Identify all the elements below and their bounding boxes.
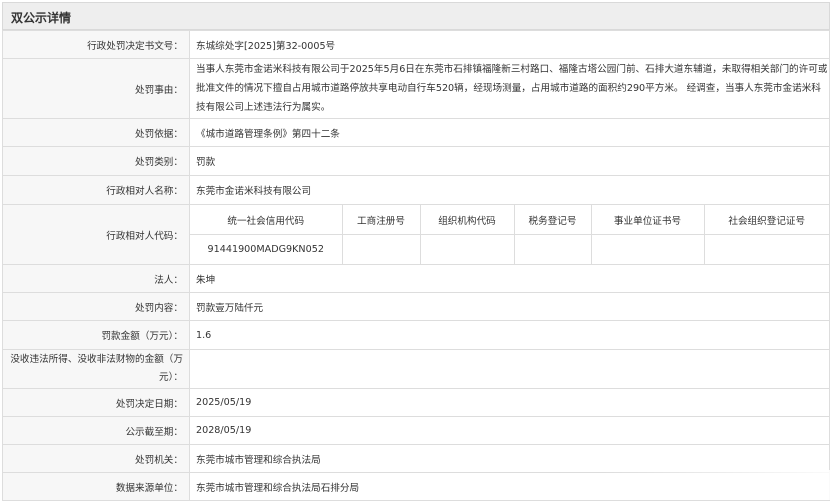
table-row: 处罚事由： 当事人东莞市金诺米科技有限公司于2025年5月6日在东莞市石排镇福隆… (2, 58, 830, 119)
code-value-social-org (703, 234, 829, 264)
code-value-tax-reg (513, 234, 591, 264)
table-row: 处罚类别： 罚款 (2, 146, 830, 176)
table-row: 没收违法所得、没收非法财物的金额（万元）： (2, 349, 830, 389)
table-row: 公示截至期： 2028/05/19 (2, 416, 830, 445)
counterpart-name-value: 东莞市金诺米科技有限公司 (189, 175, 830, 205)
code-header-tax-reg: 税务登记号 (513, 205, 591, 235)
amount-value: 1.6 (189, 320, 830, 350)
source-unit-value: 东莞市城市管理和综合执法局石排分局 (189, 472, 830, 501)
code-header-institution-cert: 事业单位证书号 (590, 205, 704, 235)
basis-label: 处罚依据： (2, 118, 190, 147)
code-value-row: 91441900MADG9KN052 (191, 234, 829, 264)
confiscation-value (189, 349, 830, 389)
table-row: 罚款金额（万元）： 1.6 (2, 320, 830, 350)
code-header-org-code: 组织机构代码 (419, 205, 514, 235)
authority-label: 处罚机关： (2, 444, 190, 473)
confiscation-label: 没收违法所得、没收非法财物的金额（万元）： (2, 349, 190, 389)
amount-label: 罚款金额（万元）： (2, 320, 190, 350)
category-value: 罚款 (189, 146, 830, 176)
table-row: 行政相对人代码： 统一社会信用代码 工商注册号 组织机构代码 税务登记号 事业单… (2, 204, 830, 265)
detail-table: 行政处罚决定书文号： 东城综处字[2025]第32-0005号 处罚事由： 当事… (2, 30, 830, 501)
table-row: 处罚内容： 罚款壹万陆仟元 (2, 292, 830, 321)
table-row: 处罚机关： 东莞市城市管理和综合执法局 (2, 444, 830, 473)
content-value: 罚款壹万陆仟元 (189, 292, 830, 321)
code-value-institution-cert (590, 234, 704, 264)
source-unit-label: 数据来源单位： (2, 472, 190, 501)
table-row: 处罚决定日期： 2025/05/19 (2, 388, 830, 417)
counterpart-name-label: 行政相对人名称： (2, 175, 190, 205)
expiry-date-value: 2028/05/19 (189, 416, 830, 445)
section-header: 双公示详情 (2, 2, 830, 30)
code-value-business-reg (341, 234, 420, 264)
content-label: 处罚内容： (2, 292, 190, 321)
table-row: 行政处罚决定书文号： 东城综处字[2025]第32-0005号 (2, 30, 830, 59)
reason-value: 当事人东莞市金诺米科技有限公司于2025年5月6日在东莞市石排镇福隆新三村路口、… (189, 58, 830, 119)
reason-label: 处罚事由： (2, 58, 190, 119)
table-row: 数据来源单位： 东莞市城市管理和综合执法局石排分局 (2, 472, 830, 501)
counterpart-code-cell: 统一社会信用代码 工商注册号 组织机构代码 税务登记号 事业单位证书号 社会组织… (189, 204, 830, 265)
code-subtable: 统一社会信用代码 工商注册号 组织机构代码 税务登记号 事业单位证书号 社会组织… (190, 205, 829, 264)
code-header-social-org: 社会组织登记证号 (703, 205, 829, 235)
code-value-credit: 91441900MADG9KN052 (207, 244, 324, 255)
doc-number-label: 行政处罚决定书文号： (2, 30, 190, 59)
decision-date-value: 2025/05/19 (189, 388, 830, 417)
section-title: 双公示详情 (11, 11, 72, 25)
table-row: 法人： 朱坤 (2, 264, 830, 293)
category-label: 处罚类别： (2, 146, 190, 176)
legal-rep-value: 朱坤 (189, 264, 830, 293)
code-header-business-reg: 工商注册号 (341, 205, 420, 235)
authority-value: 东莞市城市管理和综合执法局 (189, 444, 830, 473)
basis-value: 《城市道路管理条例》第四十二条 (189, 118, 830, 147)
code-value-org-code (419, 234, 514, 264)
table-row: 处罚依据： 《城市道路管理条例》第四十二条 (2, 118, 830, 147)
doc-number-value: 东城综处字[2025]第32-0005号 (189, 30, 830, 59)
table-row: 行政相对人名称： 东莞市金诺米科技有限公司 (2, 175, 830, 205)
decision-date-label: 处罚决定日期： (2, 388, 190, 417)
legal-rep-label: 法人： (2, 264, 190, 293)
counterpart-code-label: 行政相对人代码： (2, 204, 190, 265)
expiry-date-label: 公示截至期： (2, 416, 190, 445)
code-header-row: 统一社会信用代码 工商注册号 组织机构代码 税务登记号 事业单位证书号 社会组织… (190, 205, 829, 235)
code-header-credit: 统一社会信用代码 (190, 205, 342, 235)
detail-page: 双公示详情 行政处罚决定书文号： 东城综处字[2025]第32-0005号 处罚… (0, 0, 832, 501)
